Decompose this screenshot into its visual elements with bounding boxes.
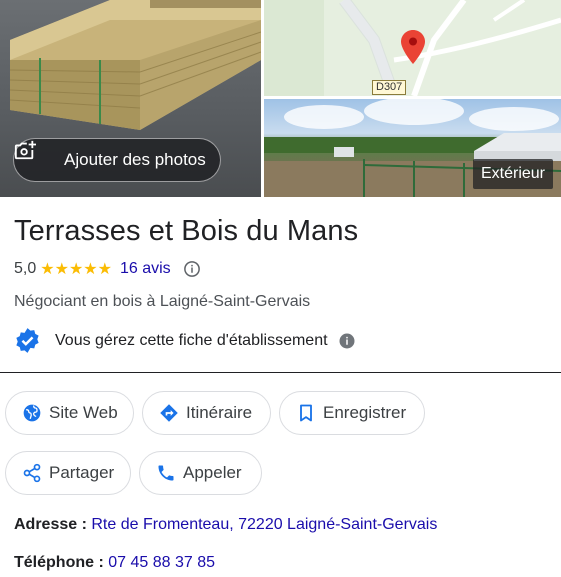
phone-row: Téléphone : 07 45 88 37 85 (14, 554, 215, 572)
map-thumbnail[interactable]: D307 (264, 0, 561, 96)
info-icon[interactable] (183, 260, 201, 278)
call-label: Appeler (183, 463, 242, 482)
photo-gallery: Ajouter des photos D307 Extérieur (0, 0, 561, 197)
manage-text: Vous gérez cette fiche d'établissement (55, 331, 328, 349)
add-photos-label: Ajouter des photos (64, 150, 206, 169)
section-divider (0, 372, 561, 373)
reviews-link[interactable]: 16 avis (120, 260, 171, 278)
manage-info-icon[interactable] (338, 332, 356, 350)
exterior-label: Extérieur (472, 159, 553, 189)
owner-manage-row: Vous gérez cette fiche d'établissement (14, 327, 356, 354)
rating-value: 5,0 (14, 260, 37, 277)
phone-label: Téléphone : (14, 554, 104, 571)
add-photo-camera-icon (14, 140, 52, 171)
website-label: Site Web (49, 403, 118, 422)
address-row: Adresse : Rte de Fromenteau, 72220 Laign… (14, 516, 437, 534)
share-label: Partager (49, 463, 115, 482)
bookmark-icon (296, 403, 316, 423)
exterior-photo[interactable]: Extérieur (264, 99, 561, 197)
globe-icon (22, 403, 42, 423)
directions-button[interactable]: Itinéraire (142, 391, 271, 435)
rating-row: 5,0 ★★★★★ 16 avis (14, 259, 201, 279)
share-icon (22, 463, 42, 483)
directions-icon (159, 403, 179, 423)
business-name: Terrasses et Bois du Mans (14, 215, 359, 247)
rating-stars: ★★★★★ (40, 261, 112, 278)
verified-badge-icon (14, 327, 41, 354)
call-button[interactable]: Appeler (139, 451, 262, 495)
phone-link[interactable]: 07 45 88 37 85 (108, 554, 215, 571)
directions-label: Itinéraire (186, 403, 253, 422)
address-label: Adresse : (14, 516, 87, 533)
add-photos-button[interactable]: Ajouter des photos (13, 138, 221, 182)
website-button[interactable]: Site Web (5, 391, 134, 435)
main-photo[interactable]: Ajouter des photos (0, 0, 261, 197)
map-pin-icon (401, 30, 425, 64)
business-category: Négociant en bois à Laigné-Saint-Gervais (14, 293, 311, 310)
road-label: D307 (372, 80, 407, 95)
address-link[interactable]: Rte de Fromenteau, 72220 Laigné-Saint-Ge… (91, 516, 437, 533)
save-label: Enregistrer (323, 403, 407, 422)
share-button[interactable]: Partager (5, 451, 131, 495)
save-button[interactable]: Enregistrer (279, 391, 425, 435)
phone-icon (156, 463, 176, 483)
